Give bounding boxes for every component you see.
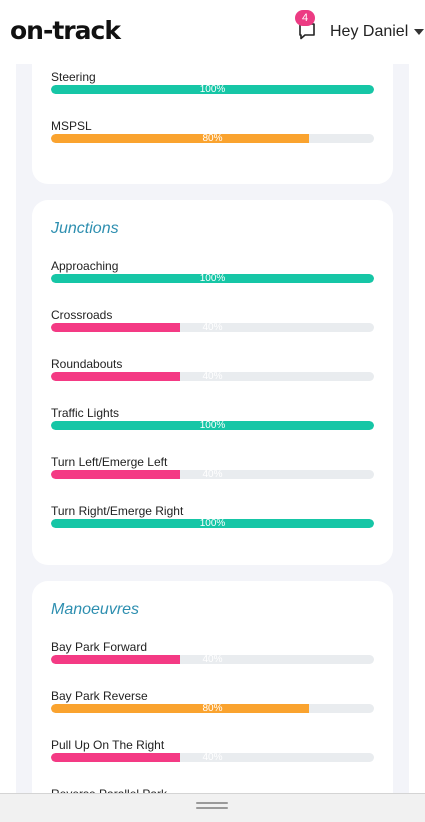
skill-label: Pull Up On The Right xyxy=(51,738,165,752)
progress-percent-label: 40% xyxy=(202,323,223,332)
section-title: Manoeuvres xyxy=(51,601,140,618)
progress-scroll-area[interactable]: Steering 100% MSPSL 80% Junctions Approachi… xyxy=(16,64,409,793)
skill-label: Turn Left/Emerge Left xyxy=(51,455,168,469)
progress-bar: 80% xyxy=(51,134,374,143)
skill-label: Traffic Lights xyxy=(51,406,120,420)
skill-label: Bay Park Reverse xyxy=(51,689,148,703)
notification-badge: 4 xyxy=(295,10,315,26)
user-menu-dropdown[interactable]: Hey Daniel xyxy=(330,22,425,42)
skill-label: Bay Park Forward xyxy=(51,640,148,654)
skill-cards: Steering 100% MSPSL 80% Junctions Approachi… xyxy=(32,64,393,793)
progress-bar: 40% xyxy=(51,470,374,479)
progress-bar: 100% xyxy=(51,519,374,528)
progress-bar: 80% xyxy=(51,704,374,713)
progress-percent-label: 80% xyxy=(202,134,223,143)
section-card: Steering 100% MSPSL 80% xyxy=(32,64,393,184)
progress-bar: 40% xyxy=(51,655,374,664)
progress-percent-label: 40% xyxy=(202,655,223,664)
skill-row: Turn Right/Emerge Right 100% xyxy=(51,504,374,528)
skill-list: Steering 100% MSPSL 80% xyxy=(51,70,374,143)
app-header: on-track 4 Hey Daniel xyxy=(0,0,425,64)
skill-row: Traffic Lights 100% xyxy=(51,406,374,430)
skill-row: MSPSL 80% xyxy=(51,119,374,143)
progress-bar: 100% xyxy=(51,274,374,283)
skill-label: Steering xyxy=(51,70,96,84)
skill-label: Crossroads xyxy=(51,308,113,322)
skill-label: Turn Right/Emerge Right xyxy=(51,504,184,518)
progress-percent-label: 100% xyxy=(199,274,226,283)
progress-percent-label: 80% xyxy=(202,704,223,713)
section-title: Junctions xyxy=(51,220,119,237)
section-card-manoeuvres: Manoeuvres Bay Park Forward 40% Bay Park R… xyxy=(32,581,393,793)
skill-row: Roundabouts 40% xyxy=(51,357,374,381)
skill-label: MSPSL xyxy=(51,119,92,133)
skill-row: Steering 100% xyxy=(51,70,374,94)
section-card-junctions: Junctions Approaching 100% Crossroads 40% Ro… xyxy=(32,200,393,565)
progress-bar: 100% xyxy=(51,85,374,94)
skill-row: Turn Left/Emerge Left 40% xyxy=(51,455,374,479)
progress-bar: 40% xyxy=(51,372,374,381)
progress-percent-label: 100% xyxy=(199,519,226,528)
skill-list: Approaching 100% Crossroads 40% Roundabouts 4… xyxy=(51,259,374,528)
progress-percent-label: 100% xyxy=(199,421,226,430)
on-track-logo[interactable]: on-track xyxy=(10,14,121,48)
skill-row: Bay Park Reverse 80% xyxy=(51,689,374,713)
messages-button[interactable]: 4 xyxy=(295,10,318,42)
progress-bar: 100% xyxy=(51,421,374,430)
skill-list: Bay Park Forward 40% Bay Park Reverse 80% Pu… xyxy=(51,640,374,793)
progress-percent-label: 40% xyxy=(202,372,223,381)
skill-label: Roundabouts xyxy=(51,357,123,371)
skill-row: Approaching 100% xyxy=(51,259,374,283)
progress-bar: 40% xyxy=(51,323,374,332)
skill-row: Bay Park Forward 40% xyxy=(51,640,374,664)
progress-percent-label: 40% xyxy=(202,470,223,479)
user-greeting: Hey Daniel xyxy=(330,23,409,40)
progress-bar: 40% xyxy=(51,753,374,762)
progress-percent-label: 100% xyxy=(199,85,226,94)
caret-down-icon xyxy=(414,28,425,35)
progress-percent-label: 40% xyxy=(202,753,223,762)
skill-row: Pull Up On The Right 40% xyxy=(51,738,374,762)
drag-handle-icon[interactable] xyxy=(196,802,228,810)
bottom-drawer-bar xyxy=(0,793,425,822)
skill-row: Crossroads 40% xyxy=(51,308,374,332)
skill-label: Approaching xyxy=(51,259,119,273)
